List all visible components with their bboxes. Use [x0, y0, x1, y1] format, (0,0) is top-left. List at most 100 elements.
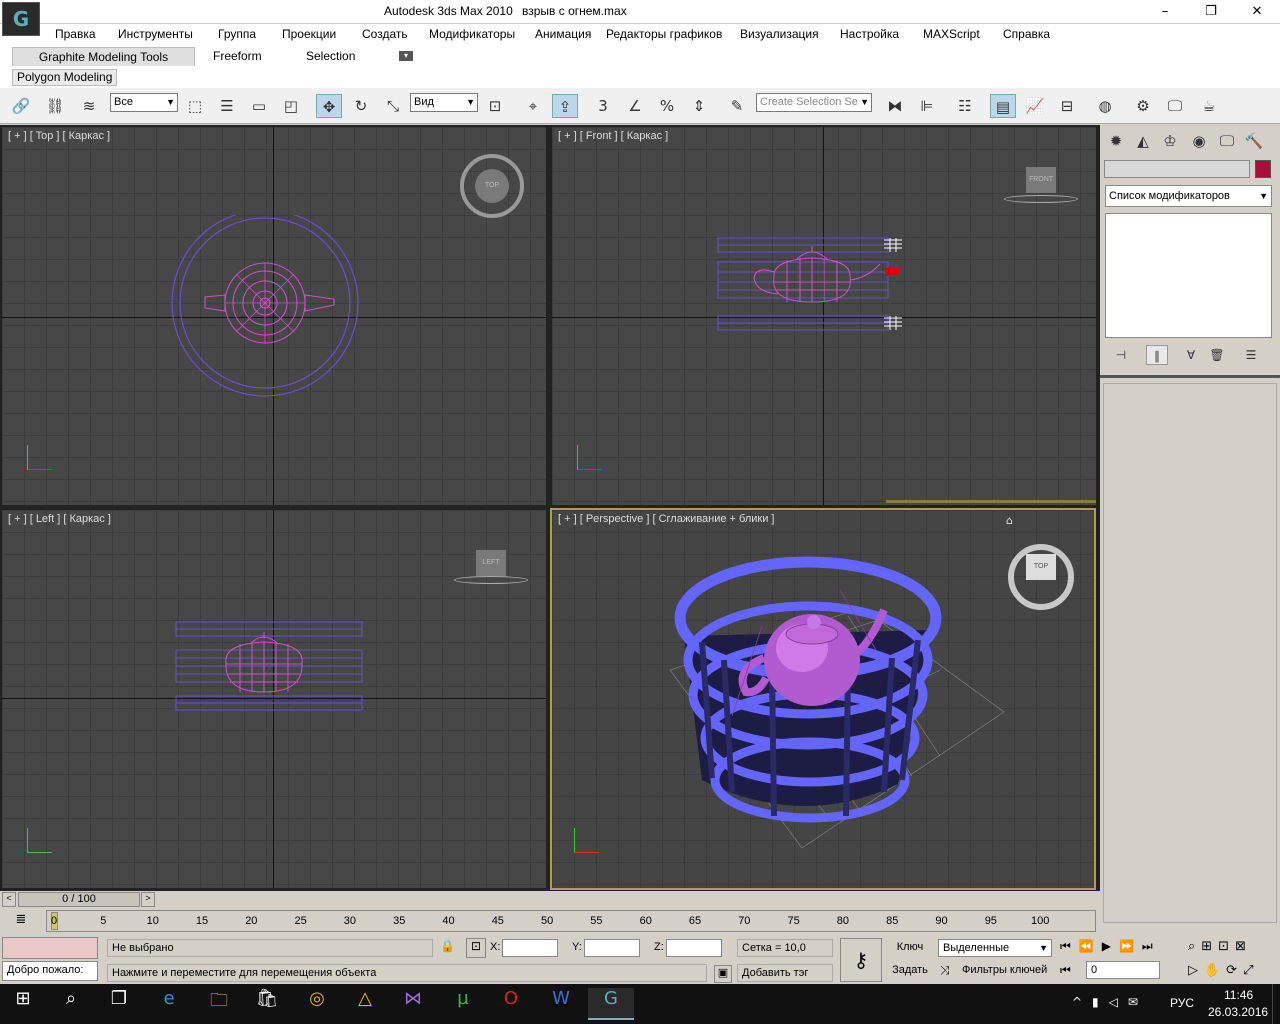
utorrent-icon[interactable]: µ [440, 988, 486, 1020]
rollout-area[interactable] [1103, 383, 1277, 923]
select-and-scale-icon[interactable]: ⤡ [380, 94, 406, 118]
maximize-button[interactable]: ❐ [1188, 0, 1234, 24]
object-name-field[interactable] [1104, 160, 1250, 178]
render-production-icon[interactable]: ☕ [1196, 94, 1222, 118]
close-button[interactable]: ✕ [1234, 0, 1280, 24]
align-icon[interactable]: ⊫ [914, 94, 940, 118]
modify-tab-icon[interactable]: ◭ [1131, 130, 1155, 152]
selection-filter-dropdown[interactable]: Все ▼ [110, 93, 178, 112]
selection-region-icon[interactable]: ▭ [246, 94, 272, 118]
viewport-top[interactable]: [ + ] [ Top ] [ Каркас ] TOP [2, 127, 546, 505]
store-icon[interactable]: 🛍 [244, 988, 290, 1020]
x-coordinate-field[interactable] [502, 939, 558, 957]
tray-icons[interactable]: ^▮◁✉ [1072, 995, 1148, 1009]
menu-animation[interactable]: Анимация [535, 27, 591, 41]
rendered-frame-window-icon[interactable]: 🖵 [1162, 94, 1188, 118]
show-desktop[interactable] [1272, 984, 1280, 1024]
key-filters-button[interactable]: Фильтры ключей [962, 964, 1047, 976]
tab-selection[interactable]: Selection [306, 49, 355, 63]
viewport-navigation-bottom[interactable]: ▷✋⟳⤢ [1188, 963, 1259, 978]
layer-manager-icon[interactable]: ☷ [952, 94, 978, 118]
pivot-center-icon[interactable]: ⊡ [482, 94, 508, 118]
viewport-navigation-top[interactable]: ⌕⊞⊡⊠ [1188, 939, 1252, 954]
set-key-icon[interactable]: ⚷ [840, 938, 882, 982]
playback-controls[interactable]: ⏮⏪▶⏩⏭ [1060, 939, 1161, 954]
modifier-list-dropdown[interactable]: Список модификаторов ▼ [1105, 185, 1272, 207]
key-filters-icon[interactable]: ⤨ [940, 963, 956, 978]
tab-graphite-modeling-tools[interactable]: Graphite Modeling Tools [12, 47, 195, 66]
menu-graph-editors[interactable]: Редакторы графиков [606, 27, 722, 41]
track-ruler[interactable]: 0 5 10 15 20 25 30 35 40 45 50 55 60 65 70 75 80 85 90 95 10… [46, 910, 1096, 932]
select-by-name-icon[interactable]: ☰ [214, 94, 240, 118]
schematic-view-icon[interactable]: ⊟ [1054, 94, 1080, 118]
viewcube-ring[interactable] [1004, 195, 1078, 203]
3ds-max-task-icon[interactable]: G [588, 988, 634, 1020]
add-time-tag[interactable]: Добавить тэг врем [737, 964, 833, 995]
viewport-perspective[interactable]: [ + ] [ Perspective ] [ Сглаживание + бл… [550, 508, 1096, 890]
y-coordinate-field[interactable] [584, 939, 640, 957]
viewport-front[interactable]: [ + ] [ Front ] [ Каркас ] FRONT [552, 127, 1096, 505]
polygon-modeling-panel[interactable]: Polygon Modeling [12, 69, 117, 86]
tab-freeform[interactable]: Freeform [213, 49, 262, 63]
time-slider-prev-icon[interactable]: < [2, 892, 16, 907]
select-and-link-icon[interactable]: 🔗 [8, 94, 34, 118]
viewcube-perspective[interactable]: TOP [1026, 554, 1056, 580]
input-language[interactable]: РУС [1170, 996, 1194, 1010]
file-explorer-icon[interactable]: 🗀 [196, 988, 242, 1020]
start-icon[interactable]: ⊞ [0, 988, 46, 1020]
create-tab-icon[interactable]: ✹ [1104, 130, 1128, 152]
reference-coordinate-dropdown[interactable]: Вид ▼ [410, 93, 478, 112]
z-coordinate-field[interactable] [666, 939, 722, 957]
configure-modifier-sets-icon[interactable]: ☰ [1240, 345, 1262, 365]
viewport-front-label[interactable]: [ + ] [ Front ] [ Каркас ] [558, 130, 668, 142]
menu-help[interactable]: Справка [1003, 27, 1050, 41]
curve-editor-icon[interactable]: 📈 [1022, 94, 1048, 118]
maxscript-listener-field[interactable]: Добро пожало: [2, 961, 98, 981]
chrome-icon[interactable]: ◎ [294, 988, 340, 1020]
mini-curve-editor-icon[interactable]: ≣ [10, 912, 32, 930]
menu-create[interactable]: Создать [362, 27, 408, 41]
time-slider-next-icon[interactable]: > [141, 892, 155, 907]
edit-named-selection-icon[interactable]: ✎ [724, 94, 750, 118]
opera-icon[interactable]: O [488, 988, 534, 1020]
absolute-mode-icon[interactable]: ⊡ [466, 938, 486, 958]
maxscript-listener-top[interactable] [2, 937, 98, 959]
percent-snap-icon[interactable]: % [654, 94, 680, 118]
auto-key-label[interactable]: Ключ [888, 941, 932, 953]
make-unique-icon[interactable]: ∀ [1180, 345, 1202, 365]
mirror-icon[interactable]: ⧓ [882, 94, 908, 118]
bind-space-warp-icon[interactable]: ≋ [76, 94, 102, 118]
viewcube-front[interactable]: FRONT [1026, 167, 1056, 193]
object-color-swatch[interactable] [1255, 160, 1271, 178]
clock-date[interactable]: 26.03.2016 [1208, 1005, 1268, 1019]
angle-snap-icon[interactable]: ∠ [622, 94, 648, 118]
motion-tab-icon[interactable]: ◉ [1187, 130, 1211, 152]
viewcube-left[interactable]: LEFT [476, 550, 506, 576]
task-view-icon[interactable]: ❐ [96, 988, 142, 1020]
keyboard-shortcut-override-icon[interactable]: ⇪ [552, 94, 578, 118]
search-icon[interactable]: ⌕ [48, 988, 94, 1020]
material-editor-icon[interactable]: ◍ [1092, 94, 1118, 118]
window-crossing-icon[interactable]: ◰ [278, 94, 304, 118]
set-key-label[interactable]: Задать [888, 964, 932, 976]
select-and-manipulate-icon[interactable]: ⌖ [520, 94, 546, 118]
display-tab-icon[interactable]: 🖵 [1215, 130, 1239, 152]
key-mode-dropdown[interactable]: Выделенные ▼ [938, 939, 1052, 957]
hierarchy-tab-icon[interactable]: ♔ [1158, 130, 1182, 152]
time-slider[interactable]: 0 / 100 [18, 892, 140, 907]
menu-group[interactable]: Группа [218, 27, 256, 41]
pin-stack-icon[interactable]: ⊣ [1110, 345, 1132, 365]
menu-edit[interactable]: Правка [55, 27, 96, 41]
app-triangle-icon[interactable]: △ [342, 988, 388, 1020]
menu-views[interactable]: Проекции [282, 27, 336, 41]
show-end-result-icon[interactable]: ∥ [1146, 345, 1168, 365]
viewcube-ring[interactable] [454, 576, 528, 584]
named-selection-dropdown[interactable]: Create Selection Se ▼ [756, 93, 872, 112]
key-mode-toggle-icon[interactable]: ⏮ [1060, 963, 1071, 978]
home-icon[interactable]: ⌂ [1006, 514, 1013, 527]
menu-customize[interactable]: Настройка [840, 27, 899, 41]
unlink-icon[interactable]: ⛓ [42, 94, 68, 118]
utilities-tab-icon[interactable]: 🔨 [1242, 130, 1266, 152]
clock-time[interactable]: 11:46 [1224, 988, 1253, 1002]
graphite-toggle-icon[interactable]: ▤ [990, 94, 1016, 118]
